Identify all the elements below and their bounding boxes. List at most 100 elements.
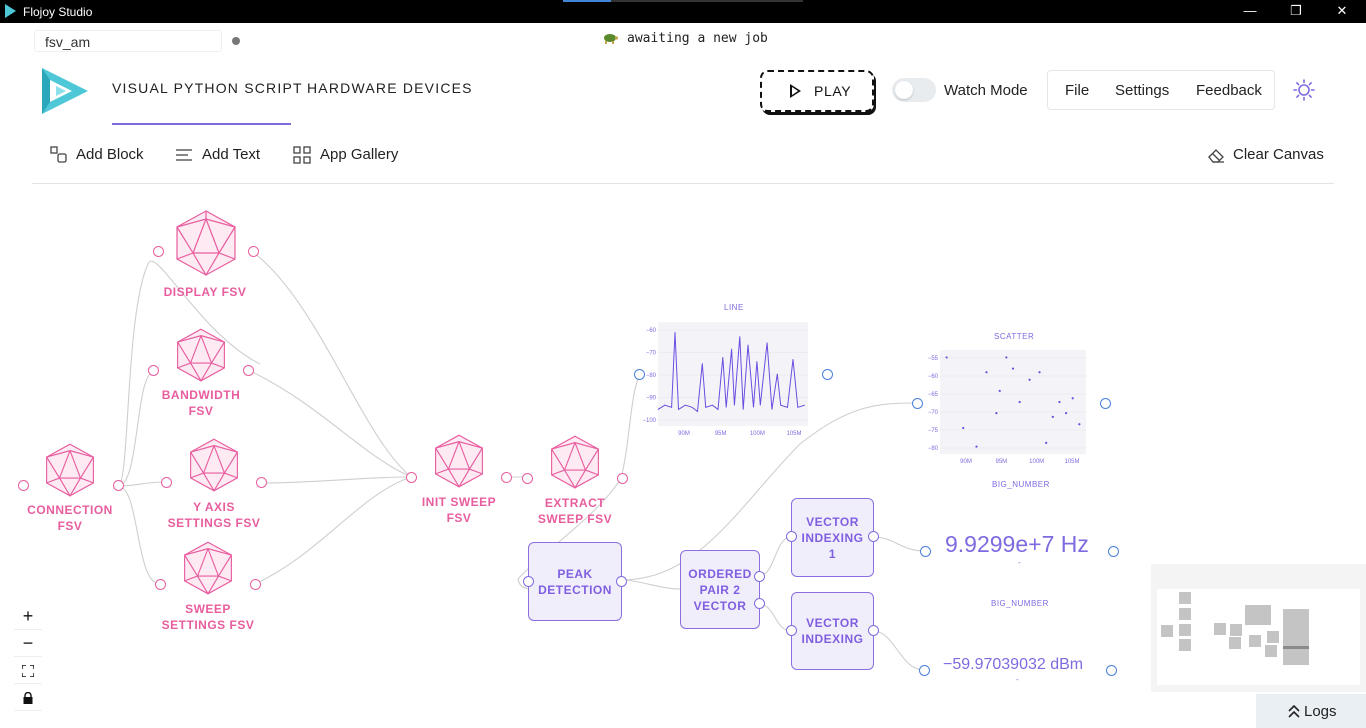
close-window-button[interactable]: ✕	[1319, 0, 1365, 23]
y-axis-settings-label-1: Y AXIS	[193, 500, 235, 514]
minimap-node	[1265, 645, 1277, 657]
file-menu[interactable]: File	[1065, 82, 1089, 99]
y-axis-settings-node-icon[interactable]	[189, 437, 239, 493]
y-tick-label: −60	[928, 374, 939, 380]
add-block-button[interactable]: Add Block	[50, 145, 150, 165]
vector-indexing-label-2: INDEXING	[801, 632, 864, 646]
peak-detection-node[interactable]: PEAK DETECTION	[528, 542, 622, 621]
y-tick-label: −80	[646, 373, 657, 379]
minimap[interactable]	[1151, 564, 1366, 692]
bandwidth-fsv-output-handle[interactable]	[243, 365, 254, 376]
big-number-2-value: −59.97039032 dBm	[943, 656, 1084, 673]
logs-button[interactable]: Logs	[1256, 694, 1366, 728]
ordered-pair-output-1-handle[interactable]	[754, 571, 765, 582]
lock-button[interactable]	[14, 685, 42, 711]
vector-indexing-1-label-1: VECTOR	[806, 514, 859, 529]
extract-sweep-output-handle[interactable]	[617, 473, 628, 484]
bandwidth-fsv-input-handle[interactable]	[148, 365, 159, 376]
connection-fsv-node-icon[interactable]	[45, 442, 95, 498]
status-text: awaiting a new job	[627, 31, 768, 46]
big-number-1-input-handle[interactable]	[920, 546, 931, 557]
init-sweep-output-handle[interactable]	[501, 472, 512, 483]
display-fsv-node-icon[interactable]	[175, 209, 237, 277]
watch-mode-toggle[interactable]	[892, 78, 936, 102]
scatter-chart-input-handle[interactable]	[912, 398, 923, 409]
y-axis-settings-label-2: SETTINGS FSV	[167, 516, 261, 530]
vector-indexing-output-handle[interactable]	[868, 625, 879, 636]
minimap-node	[1230, 624, 1242, 636]
connection-fsv-label-2: FSV	[57, 519, 83, 533]
connection-fsv-output-handle[interactable]	[113, 480, 124, 491]
theme-toggle-sun-icon[interactable]	[1293, 79, 1315, 101]
sweep-settings-label-1: SWEEP	[185, 602, 231, 616]
line-chart[interactable]: −60 −70 −80 −90 −100 90M 95M 100M 105M	[640, 316, 812, 440]
scatter-point	[985, 371, 988, 374]
scatter-chart[interactable]: −55 −60 −65 −70 −75 −80 90M 95M 100M 105M	[922, 346, 1090, 466]
app-gallery-button[interactable]: App Gallery	[293, 145, 403, 165]
bandwidth-fsv-label-1: BANDWIDTH	[161, 388, 241, 402]
add-text-label: Add Text	[202, 146, 261, 163]
tab-hardware-devices[interactable]: HARDWARE DEVICES	[307, 80, 473, 96]
sweep-settings-label-2: SETTINGS FSV	[161, 618, 255, 632]
extract-sweep-input-handle[interactable]	[522, 473, 533, 484]
feedback-menu[interactable]: Feedback	[1196, 82, 1262, 99]
init-sweep-input-handle[interactable]	[406, 472, 417, 483]
fit-view-button[interactable]	[14, 658, 42, 684]
init-sweep-node-icon[interactable]	[434, 433, 484, 489]
big-number-2-input-handle[interactable]	[919, 665, 930, 676]
lock-icon	[23, 691, 33, 704]
tab-visual-python-script[interactable]: VISUAL PYTHON SCRIPT	[112, 80, 303, 96]
peak-detection-input-handle[interactable]	[523, 576, 534, 587]
window-indicator-track	[611, 0, 803, 2]
ordered-pair-output-2-handle[interactable]	[754, 598, 765, 609]
bandwidth-fsv-node-icon[interactable]	[176, 327, 226, 383]
y-tick-label: −70	[646, 351, 657, 357]
ordered-pair-node[interactable]: ORDERED PAIR 2 VECTOR	[680, 550, 760, 629]
watch-mode-label: Watch Mode	[944, 82, 1028, 99]
vector-indexing-1-node[interactable]: VECTOR INDEXING 1	[791, 498, 874, 577]
clear-canvas-button[interactable]: Clear Canvas	[1207, 145, 1327, 165]
maximize-button[interactable]: ❐	[1273, 0, 1319, 23]
add-block-label: Add Block	[76, 146, 144, 163]
scatter-point	[1071, 397, 1074, 400]
line-point	[742, 408, 744, 410]
scatter-chart-output-handle[interactable]	[1100, 398, 1111, 409]
vector-indexing-1-output-handle[interactable]	[868, 531, 879, 542]
big-number-1-output-handle[interactable]	[1108, 546, 1119, 557]
flojoy-logo-icon	[42, 68, 88, 114]
y-axis-settings-output-handle[interactable]	[256, 477, 267, 488]
sweep-settings-input-handle[interactable]	[155, 579, 166, 590]
unsaved-indicator	[232, 37, 240, 45]
minimap-node-mark	[1283, 646, 1309, 649]
zoom-in-button[interactable]: +	[14, 604, 42, 630]
ordered-pair-label-2: PAIR 2	[699, 582, 741, 597]
big-number-2-output-handle[interactable]	[1106, 665, 1117, 676]
line-chart-input-handle[interactable]	[634, 369, 645, 380]
line-point	[792, 359, 794, 360]
vector-indexing-1-input-handle[interactable]	[786, 531, 797, 542]
sweep-settings-node-icon[interactable]	[183, 540, 233, 596]
vector-indexing-input-handle[interactable]	[786, 625, 797, 636]
line-point	[712, 404, 713, 406]
flow-canvas[interactable]: DISPLAY FSV BANDWIDTH FSV CONNECTION FSV	[0, 184, 1366, 728]
settings-menu[interactable]: Settings	[1115, 82, 1169, 99]
line-chart-output-handle[interactable]	[822, 369, 833, 380]
extract-sweep-node-icon[interactable]	[550, 434, 600, 490]
play-button[interactable]: PLAY	[760, 70, 874, 112]
sweep-settings-output-handle[interactable]	[250, 579, 261, 590]
display-fsv-output-handle[interactable]	[248, 246, 259, 257]
minimap-node	[1283, 609, 1309, 665]
connection-fsv-input-handle[interactable]	[18, 480, 29, 491]
vector-indexing-node[interactable]: VECTOR INDEXING	[791, 592, 874, 670]
line-chart-title: LINE	[724, 303, 744, 312]
zoom-out-button[interactable]: −	[14, 631, 42, 657]
fit-view-icon	[21, 664, 35, 678]
display-fsv-input-handle[interactable]	[153, 246, 164, 257]
line-point	[664, 404, 666, 406]
peak-detection-output-handle[interactable]	[616, 576, 627, 587]
project-name-input[interactable]: fsv_am	[34, 30, 222, 52]
minimize-button[interactable]: —	[1227, 0, 1273, 23]
scatter-point	[1058, 400, 1061, 404]
add-text-button[interactable]: Add Text	[175, 145, 270, 165]
y-axis-settings-input-handle[interactable]	[161, 477, 172, 488]
